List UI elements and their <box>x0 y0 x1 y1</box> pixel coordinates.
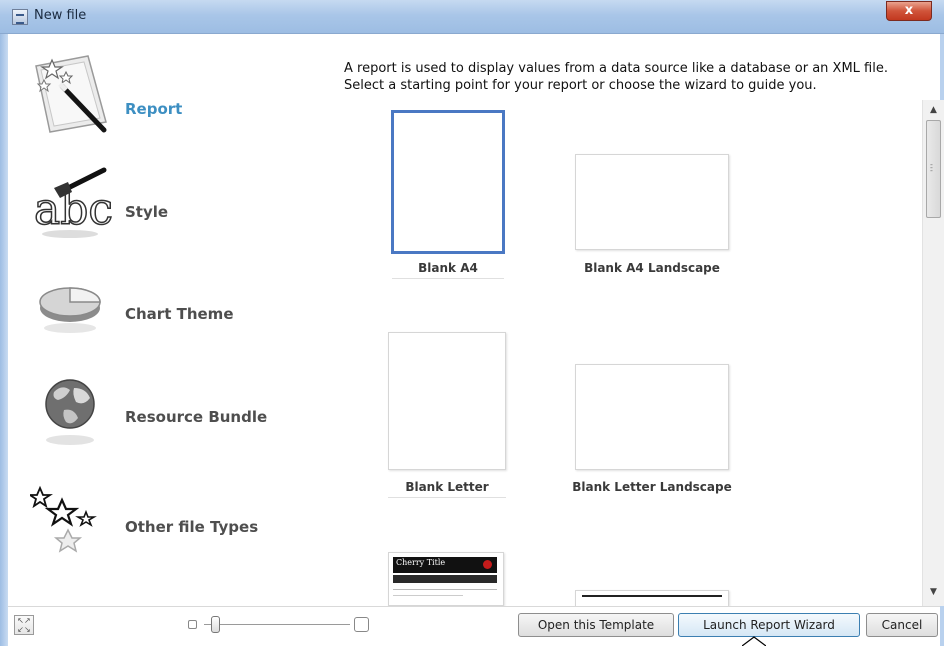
zoom-out-icon[interactable] <box>188 620 197 629</box>
preview-line <box>393 595 463 596</box>
template-panel: A report is used to display values from … <box>330 34 922 606</box>
description-line: Select a starting point for your report … <box>344 78 817 93</box>
zoom-slider-thumb[interactable] <box>211 616 220 633</box>
grip-icon: --- <box>930 160 933 175</box>
preview-line <box>582 595 722 597</box>
sidebar-item-label: Style <box>125 203 169 221</box>
pie-chart-icon <box>39 287 101 333</box>
scroll-thumb[interactable]: --- <box>926 120 941 218</box>
paint-brush-abc-icon: abc <box>33 167 112 238</box>
preview-line <box>393 589 497 590</box>
sidebar-item-style[interactable]: abc Style <box>8 148 330 248</box>
preview-title: Cherry Title <box>396 558 446 567</box>
close-button[interactable]: x <box>886 1 932 21</box>
window-title: New file <box>34 8 87 23</box>
template-blank-letter-landscape[interactable] <box>575 364 729 470</box>
cancel-button[interactable]: Cancel <box>866 613 938 637</box>
category-sidebar: Report abc Style Chart Theme Resource Bu <box>8 34 330 606</box>
sidebar-item-label: Report <box>125 100 183 118</box>
sidebar-item-report[interactable]: Report <box>8 42 330 142</box>
zoom-in-icon[interactable] <box>354 617 369 632</box>
sidebar-item-other-file-types[interactable]: Other file Types <box>8 462 330 562</box>
sidebar-item-chart-theme[interactable]: Chart Theme <box>8 252 330 352</box>
cherry-icon <box>483 560 492 569</box>
vertical-scrollbar[interactable]: ▲ --- ▼ <box>922 100 944 606</box>
launch-wizard-button[interactable]: Launch Report Wizard <box>678 613 860 637</box>
mouse-cursor-icon <box>742 636 766 646</box>
app-icon <box>12 9 28 25</box>
expand-icon[interactable]: ↖↗ ↙↘ <box>14 615 34 635</box>
bottom-bar: ↖↗ ↙↘ Open this Template Launch Report Wi… <box>8 606 940 646</box>
template-blank-letter[interactable] <box>388 332 506 470</box>
template-blank-a4-landscape[interactable] <box>575 154 729 250</box>
globe-icon <box>45 379 95 445</box>
sidebar-item-label: Chart Theme <box>125 305 234 323</box>
open-template-button[interactable]: Open this Template <box>518 613 674 637</box>
sidebar-item-label: Other file Types <box>125 518 259 536</box>
description-line: A report is used to display values from … <box>344 61 888 76</box>
preview-subtitle-band <box>393 575 497 583</box>
template-partial[interactable] <box>575 590 729 606</box>
title-bar: New file x <box>0 0 944 34</box>
stars-icon <box>30 485 97 553</box>
template-blank-a4[interactable] <box>391 110 505 254</box>
sidebar-item-resource-bundle[interactable]: Resource Bundle <box>8 356 330 456</box>
scroll-down-arrow-icon[interactable]: ▼ <box>923 584 944 600</box>
svg-text:abc: abc <box>34 184 112 235</box>
template-label: Blank A4 Landscape <box>584 261 720 275</box>
sidebar-item-label: Resource Bundle <box>125 408 268 426</box>
template-label: Blank Letter Landscape <box>572 480 732 494</box>
template-cherry[interactable]: Cherry Title <box>388 552 504 606</box>
preview-title-band: Cherry Title <box>393 557 497 573</box>
window-frame-left <box>0 34 8 646</box>
description: A report is used to display values from … <box>344 60 888 94</box>
zoom-slider-track[interactable] <box>204 624 350 625</box>
magic-wand-icon <box>35 55 107 133</box>
template-label: Blank Letter <box>388 480 506 498</box>
scroll-up-arrow-icon[interactable]: ▲ <box>923 102 944 118</box>
template-label: Blank A4 <box>392 261 504 279</box>
